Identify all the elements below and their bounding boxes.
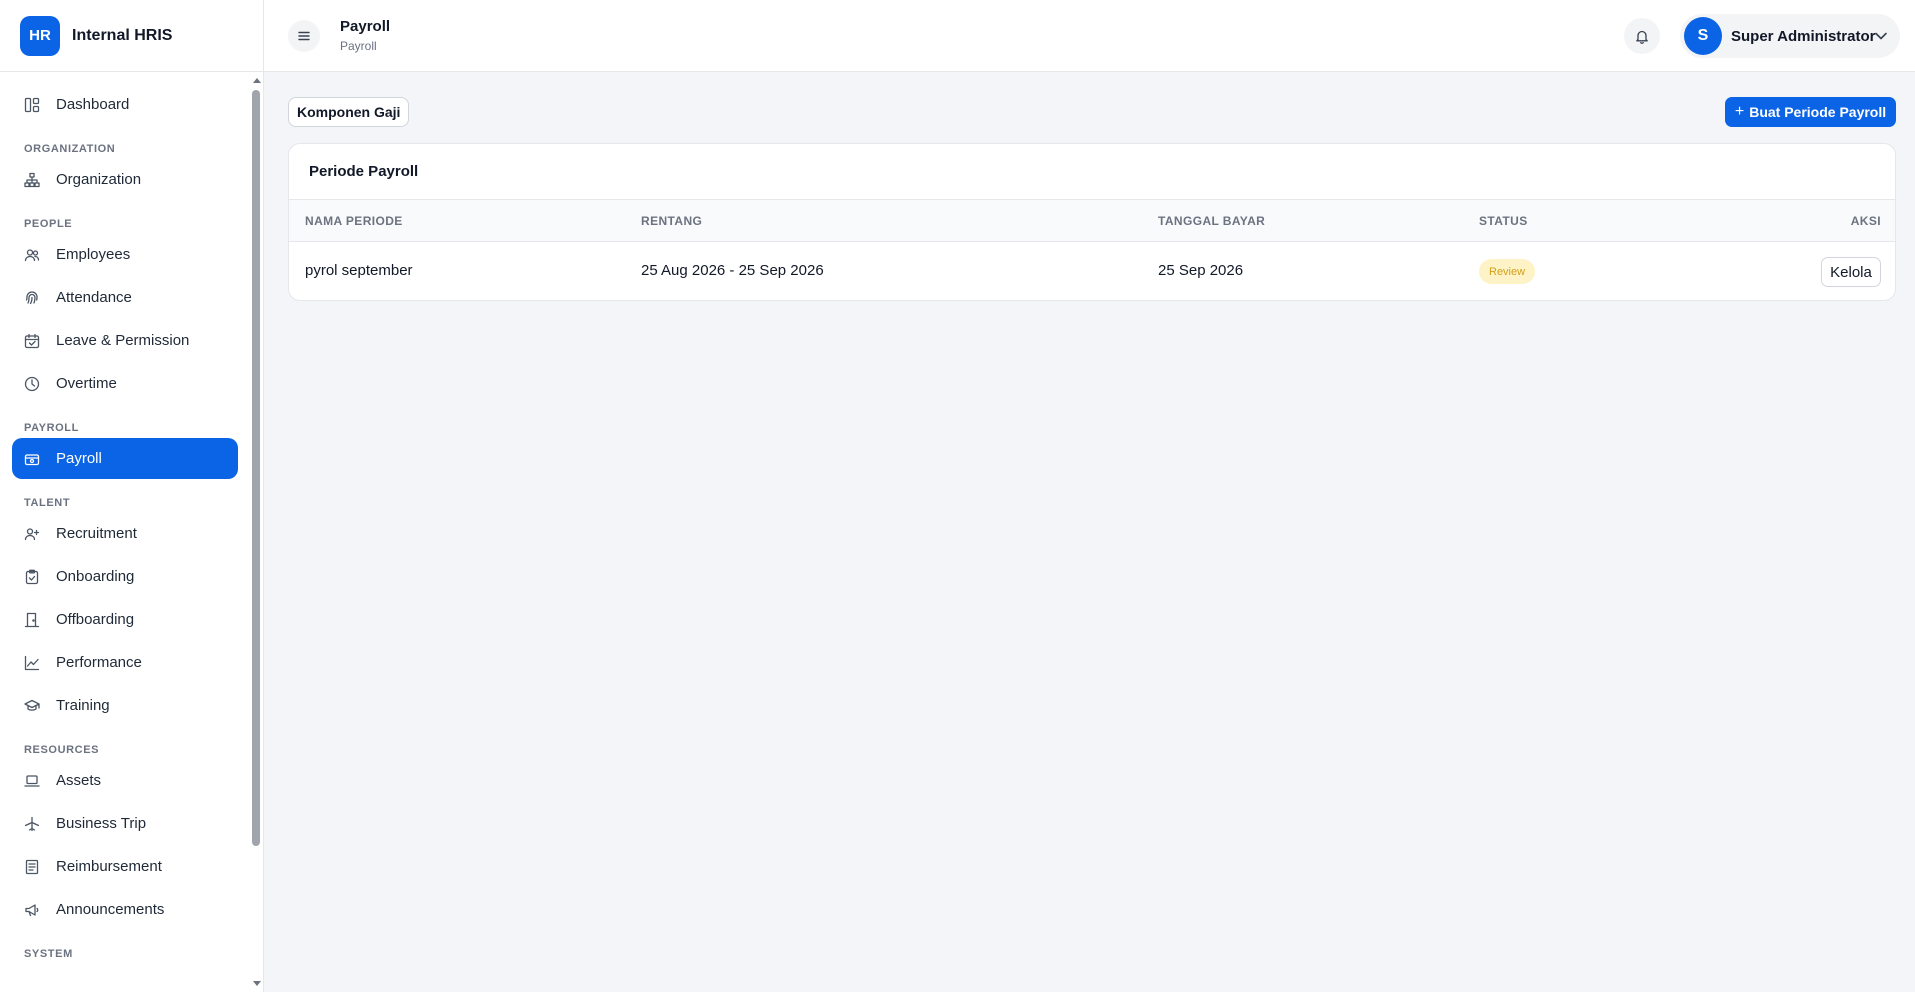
sidebar-item-label: Reimbursement bbox=[56, 858, 162, 875]
column-header-action: AKSI bbox=[1850, 214, 1881, 228]
sidebar-item-label: Assets bbox=[56, 772, 102, 789]
sidebar-item-label: Organization bbox=[56, 171, 142, 188]
sidebar: HR Internal HRIS Dashboard ORGANIZATION Or… bbox=[0, 0, 264, 992]
sidebar-item-label: Dashboard bbox=[56, 96, 130, 113]
sidebar-item-label: Training bbox=[56, 697, 110, 714]
status-badge: Review bbox=[1479, 259, 1536, 284]
sidebar-item-overtime[interactable]: Overtime bbox=[12, 363, 238, 404]
table-row: pyrol september 25 Aug 2026 - 25 Sep 202… bbox=[289, 242, 1895, 300]
sidebar-item-label: Recruitment bbox=[56, 525, 137, 542]
fingerprint-icon bbox=[24, 290, 40, 306]
top-header: Payroll Payroll S Super Administrator bbox=[264, 0, 1915, 72]
column-header-period-name: NAMA PERIODE bbox=[305, 214, 403, 228]
sidebar-nav: Dashboard ORGANIZATION Organization PEOPLE E… bbox=[0, 72, 250, 992]
laptop-icon bbox=[24, 773, 40, 789]
megaphone-icon bbox=[24, 902, 40, 918]
sidebar-section-payroll: PAYROLL bbox=[24, 422, 79, 434]
breadcrumb[interactable]: Payroll bbox=[340, 39, 377, 53]
calendar-check-icon bbox=[24, 333, 40, 349]
period-name-cell: pyrol september bbox=[305, 262, 413, 279]
org-chart-icon bbox=[24, 172, 40, 188]
clipboard-icon bbox=[24, 569, 40, 585]
sidebar-item-label: Announcements bbox=[56, 901, 165, 918]
bell-icon bbox=[1636, 30, 1648, 44]
sidebar-item-reimbursement[interactable]: Reimbursement bbox=[12, 846, 238, 887]
sidebar-section-resources: RESOURCES bbox=[24, 744, 100, 756]
sidebar-item-onboarding[interactable]: Onboarding bbox=[12, 556, 238, 597]
sidebar-item-employees[interactable]: Employees bbox=[12, 234, 238, 275]
manage-button[interactable]: Kelola bbox=[1821, 257, 1881, 287]
sidebar-item-dashboard[interactable]: Dashboard bbox=[12, 84, 238, 125]
users-icon bbox=[24, 247, 40, 263]
sidebar-item-payroll[interactable]: Payroll bbox=[12, 438, 238, 479]
sidebar-scrollbar[interactable] bbox=[250, 72, 262, 992]
sidebar-item-leave-permission[interactable]: Leave & Permission bbox=[12, 320, 238, 361]
trend-icon bbox=[24, 655, 40, 671]
scroll-down-arrow-icon[interactable] bbox=[253, 981, 261, 986]
user-name: Super Administrator bbox=[1731, 27, 1876, 45]
dashboard-icon bbox=[24, 97, 40, 113]
sidebar-section-organization: ORGANIZATION bbox=[24, 143, 116, 155]
sidebar-item-performance[interactable]: Performance bbox=[12, 642, 238, 683]
column-header-status: STATUS bbox=[1479, 214, 1528, 228]
brand-logo: HR bbox=[20, 15, 60, 56]
table-header: NAMA PERIODE RENTANG TANGGAL BAYAR STATU… bbox=[289, 199, 1895, 242]
user-menu-button[interactable]: S Super Administrator bbox=[1680, 14, 1900, 58]
create-payroll-period-button[interactable]: + Buat Periode Payroll bbox=[1725, 97, 1896, 127]
sidebar-item-label: Employees bbox=[56, 246, 131, 263]
sidebar-item-label: Attendance bbox=[56, 289, 132, 306]
user-plus-icon bbox=[24, 526, 40, 542]
scrollbar-thumb[interactable] bbox=[252, 90, 260, 846]
brand-name: Internal HRIS bbox=[72, 26, 173, 44]
plane-icon bbox=[24, 816, 40, 832]
sidebar-item-announcements[interactable]: Announcements bbox=[12, 889, 238, 930]
column-header-range: RENTANG bbox=[641, 214, 703, 228]
notifications-button[interactable] bbox=[1624, 18, 1660, 54]
sidebar-section-talent: TALENT bbox=[24, 497, 71, 509]
pay-date-cell: 25 Sep 2026 bbox=[1158, 262, 1244, 279]
plus-icon: + bbox=[1734, 103, 1745, 120]
sidebar-item-training[interactable]: Training bbox=[12, 685, 238, 726]
sidebar-item-label: Business Trip bbox=[56, 815, 147, 832]
sidebar-item-business-trip[interactable]: Business Trip bbox=[12, 803, 238, 844]
card-title: Periode Payroll bbox=[309, 163, 419, 180]
hamburger-icon bbox=[298, 31, 310, 41]
sidebar-item-label: Overtime bbox=[56, 375, 117, 392]
page-title: Payroll bbox=[340, 18, 391, 35]
scroll-up-arrow-icon[interactable] bbox=[253, 78, 261, 83]
avatar: S bbox=[1684, 17, 1722, 55]
sidebar-item-label: Performance bbox=[56, 654, 142, 671]
column-header-pay-date: TANGGAL BAYAR bbox=[1158, 214, 1266, 228]
range-cell: 25 Aug 2026 - 25 Sep 2026 bbox=[641, 262, 824, 279]
sidebar-item-assets[interactable]: Assets bbox=[12, 760, 238, 801]
sidebar-item-recruitment[interactable]: Recruitment bbox=[12, 513, 238, 554]
sidebar-item-label: Offboarding bbox=[56, 611, 135, 628]
sidebar-item-label: Payroll bbox=[56, 450, 102, 467]
sidebar-item-label: Leave & Permission bbox=[56, 332, 190, 349]
sidebar-item-label: Onboarding bbox=[56, 568, 135, 585]
sidebar-item-attendance[interactable]: Attendance bbox=[12, 277, 238, 318]
chevron-down-icon bbox=[1875, 32, 1887, 40]
graduation-cap-icon bbox=[24, 698, 40, 714]
sidebar-item-organization[interactable]: Organization bbox=[12, 159, 238, 200]
receipt-icon bbox=[24, 859, 40, 875]
sidebar-item-offboarding[interactable]: Offboarding bbox=[12, 599, 238, 640]
sidebar-section-system: SYSTEM bbox=[24, 948, 73, 960]
sidebar-section-people: PEOPLE bbox=[24, 218, 73, 230]
salary-components-button[interactable]: Komponen Gaji bbox=[288, 97, 410, 127]
menu-toggle-button[interactable] bbox=[288, 20, 320, 52]
wallet-icon bbox=[24, 451, 40, 467]
create-payroll-period-label: Buat Periode Payroll bbox=[1749, 104, 1887, 120]
door-icon bbox=[24, 612, 40, 628]
payroll-periods-card: Periode Payroll NAMA PERIODE RENTANG TAN… bbox=[288, 143, 1896, 301]
clock-icon bbox=[24, 376, 40, 392]
brand: HR Internal HRIS bbox=[0, 0, 263, 72]
